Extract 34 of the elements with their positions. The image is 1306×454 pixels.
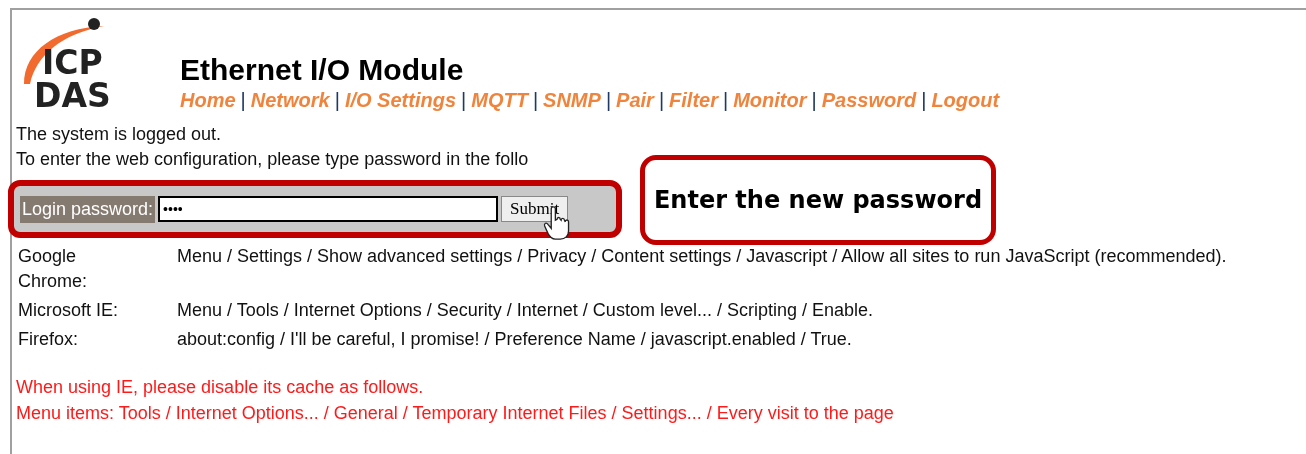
nav-link[interactable]: MQTT — [471, 89, 528, 112]
callout-box: Enter the new password — [640, 155, 996, 245]
nav-link[interactable]: I/O Settings — [344, 89, 456, 112]
field-label: Login password: — [20, 195, 156, 223]
browser-name: Google Chrome: — [17, 245, 89, 293]
nav-separator: | — [605, 89, 612, 112]
nav-separator: | — [723, 89, 729, 112]
nav-link[interactable]: Network — [250, 89, 330, 112]
nav-link[interactable]: SNMP — [543, 89, 601, 112]
nav-separator: | — [921, 89, 927, 112]
nav-separator: | — [461, 89, 467, 112]
nav-link[interactable]: Monitor — [733, 89, 807, 112]
nav-link[interactable]: Logout — [931, 89, 1000, 112]
cache-note: Menu items: Tools / Internet Options... / General / Temporary Internet Files / Settings... / Every visit to the page — [16, 402, 895, 425]
nav-link[interactable]: Pair — [616, 89, 654, 112]
nav-link[interactable]: Filter — [669, 89, 718, 112]
nav-separator: | — [334, 89, 340, 112]
nav-link[interactable]: Home — [180, 89, 236, 112]
browser-steps: about:config / I'll be careful, I promise! / Preference Name / javascript.enabled / True. — [175, 327, 1295, 352]
logo-text: ICP DAS — [34, 46, 111, 112]
nav-separator: | — [811, 89, 817, 112]
browser-name: Microsoft IE: — [17, 299, 120, 322]
browser-name: Firefox: — [17, 328, 79, 351]
password-field[interactable]: •••• — [158, 196, 499, 222]
status-message: To enter the web configuration, please type password in the follo — [16, 148, 530, 171]
browser-steps: Menu / Settings / Show advanced settings / Privacy / Content settings / Javascript / Allow all sites to run JavaScript (recommended). — [175, 244, 1295, 294]
nav-separator: | — [658, 89, 665, 112]
nav-link[interactable]: Password — [821, 89, 917, 112]
page-title: Ethernet I/O Module — [180, 53, 465, 87]
status-message: The system is logged out. — [16, 123, 223, 146]
nav-separator: | — [532, 89, 539, 112]
browser-steps: Menu / Tools / Internet Options / Security / Internet / Custom level... / Scripting / Enable. — [175, 298, 1295, 323]
cache-note: When using IE, please disable its cache as follows. — [16, 376, 425, 399]
nav-separator: | — [240, 89, 246, 112]
